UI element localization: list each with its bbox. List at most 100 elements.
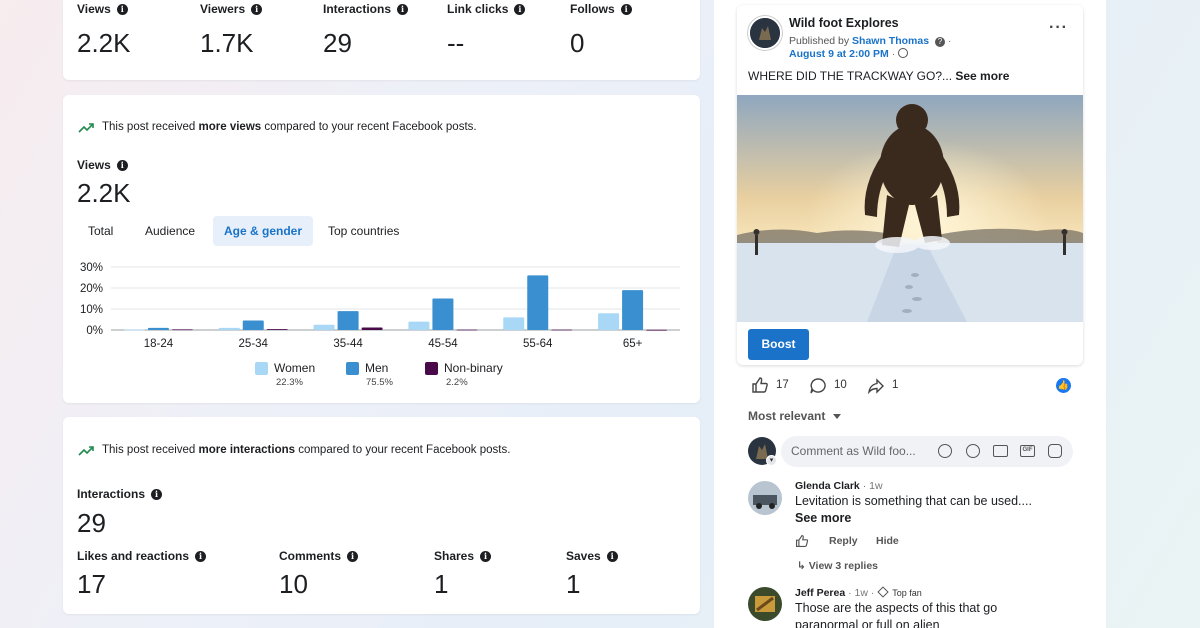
bar-non-binary-18-24[interactable] — [171, 329, 193, 331]
bar-non-binary-45-54[interactable] — [456, 329, 478, 331]
bar-men-65+[interactable] — [622, 290, 644, 330]
sort-dropdown[interactable]: Most relevant — [748, 409, 841, 423]
bar-women-35-44[interactable] — [313, 324, 335, 330]
camera-icon[interactable] — [993, 445, 1008, 457]
comments-value: 10 — [279, 569, 308, 599]
metric-value-follows: 0 — [570, 28, 585, 58]
chevron-down-icon — [832, 414, 841, 419]
summary-card: Views i 2.2K Viewers i 1.7K Interactions i … — [63, 0, 700, 80]
y-tick-label: 10% — [80, 304, 103, 316]
help-icon[interactable]: ? — [934, 37, 945, 47]
metric-label-follows: Follows i — [570, 2, 632, 16]
info-icon[interactable]: i — [151, 488, 163, 500]
bar-non-binary-25-34[interactable] — [266, 329, 288, 330]
views-card: This post received more views compared t… — [63, 95, 700, 403]
bar-non-binary-65+[interactable] — [646, 329, 668, 331]
avatar-sticker-icon[interactable] — [938, 444, 952, 458]
bar-non-binary-55-64[interactable] — [551, 329, 573, 331]
tab-top-countries[interactable]: Top countries — [317, 216, 410, 246]
view-replies-link[interactable]: ↳ View 3 replies — [797, 560, 878, 572]
comment-author[interactable]: Glenda Clark — [795, 480, 860, 492]
info-icon[interactable]: i — [195, 550, 207, 562]
post-date[interactable]: August 9 at 2:00 PM · — [789, 48, 909, 60]
gif-icon[interactable]: GIF — [1020, 445, 1035, 457]
comment-reply-button[interactable]: Reply — [829, 535, 858, 547]
legend-swatch-men — [346, 362, 359, 375]
publisher-link[interactable]: Shawn Thomas — [852, 35, 929, 47]
info-icon[interactable]: i — [606, 550, 618, 562]
see-more-link[interactable]: See more — [955, 69, 1009, 83]
comment-time[interactable]: 1w — [855, 587, 868, 599]
trend-up-icon — [78, 122, 94, 133]
age-gender-chart: 30% 20% 10% 0% 18-24 25-34 35-44 45-54 55-64 65+ — [80, 262, 680, 350]
like-icon[interactable] — [751, 376, 769, 394]
bar-women-65+[interactable] — [598, 313, 620, 330]
bar-women-45-54[interactable] — [408, 321, 430, 330]
metric-value-views: 2.2K — [77, 28, 131, 58]
views-trend-note: This post received more views compared t… — [78, 121, 477, 133]
composer-avatar-chevron-icon[interactable]: ▾ — [766, 455, 777, 466]
bar-men-25-34[interactable] — [242, 320, 264, 330]
bar-men-35-44[interactable] — [337, 311, 359, 330]
comment-author[interactable]: Jeff Perea — [795, 587, 845, 599]
page-avatar[interactable] — [748, 16, 782, 50]
post-image[interactable] — [737, 95, 1083, 322]
top-fan-icon — [877, 586, 889, 598]
comment-time[interactable]: 1w — [869, 480, 882, 492]
info-icon[interactable]: i — [347, 550, 359, 562]
info-icon[interactable]: i — [116, 3, 128, 15]
share-count: 1 — [892, 379, 899, 391]
info-icon[interactable]: i — [116, 159, 128, 171]
share-icon[interactable] — [867, 377, 885, 395]
metric-value-interactions: 29 — [323, 28, 352, 58]
comment-icon[interactable] — [809, 377, 827, 395]
post-card: Wild foot Explores Published by Shawn Th… — [737, 5, 1083, 365]
info-icon[interactable]: i — [397, 3, 409, 15]
metric-label-viewers: Viewers i — [200, 2, 263, 16]
bar-men-55-64[interactable] — [527, 275, 549, 330]
bar-women-25-34[interactable] — [218, 327, 240, 330]
bar-non-binary-35-44[interactable] — [361, 327, 383, 330]
like-reaction-badge-icon: 👍 — [1056, 378, 1071, 393]
sticker-icon[interactable] — [1048, 444, 1062, 458]
more-options-icon[interactable]: ··· — [1049, 19, 1068, 37]
likes-reactions-value: 17 — [77, 569, 106, 599]
shares-value: 1 — [434, 569, 449, 599]
globe-icon — [898, 48, 909, 58]
x-tick-label: 55-64 — [523, 338, 553, 350]
metric-value-viewers: 1.7K — [200, 28, 254, 58]
comment-input[interactable]: Comment as Wild foo... GIF — [781, 436, 1073, 467]
tab-total[interactable]: Total — [77, 216, 124, 246]
comment-author-line: Jeff Perea · 1w · Top fan — [795, 586, 922, 599]
legend-swatch-women — [255, 362, 268, 375]
emoji-icon[interactable] — [966, 444, 980, 458]
legend-women[interactable]: Women — [255, 361, 315, 375]
info-icon[interactable]: i — [480, 550, 492, 562]
legend-men[interactable]: Men — [346, 361, 388, 375]
tab-age-gender[interactable]: Age & gender — [213, 216, 314, 246]
bar-women-18-24[interactable] — [123, 329, 145, 331]
bar-women-55-64[interactable] — [503, 317, 525, 330]
commenter-avatar[interactable] — [748, 587, 782, 621]
info-icon[interactable]: i — [251, 3, 263, 15]
comment-like-icon[interactable] — [795, 534, 809, 548]
comment-text-continued: paranormal or full on alien — [795, 618, 940, 628]
tab-audience[interactable]: Audience — [134, 216, 206, 246]
commenter-avatar[interactable] — [748, 481, 782, 515]
page-name[interactable]: Wild foot Explores — [789, 16, 899, 30]
bar-men-45-54[interactable] — [432, 298, 454, 331]
legend-swatch-non-binary — [425, 362, 438, 375]
metric-label-views: Views i — [77, 2, 128, 16]
y-tick-label: 0% — [86, 325, 103, 337]
info-icon[interactable]: i — [514, 3, 526, 15]
legend-non-binary[interactable]: Non-binary — [425, 361, 503, 375]
info-icon[interactable]: i — [620, 3, 632, 15]
metric-label-link-clicks: Link clicks i — [447, 2, 526, 16]
like-count: 17 — [776, 379, 789, 391]
bar-men-18-24[interactable] — [147, 327, 169, 330]
comment-see-more[interactable]: See more — [795, 511, 851, 525]
comment-hide-button[interactable]: Hide — [876, 535, 899, 547]
interactions-trend-note: This post received more interactions com… — [78, 444, 510, 456]
likes-reactions-label: Likes and reactions i — [77, 549, 207, 563]
boost-button[interactable]: Boost — [748, 329, 809, 360]
